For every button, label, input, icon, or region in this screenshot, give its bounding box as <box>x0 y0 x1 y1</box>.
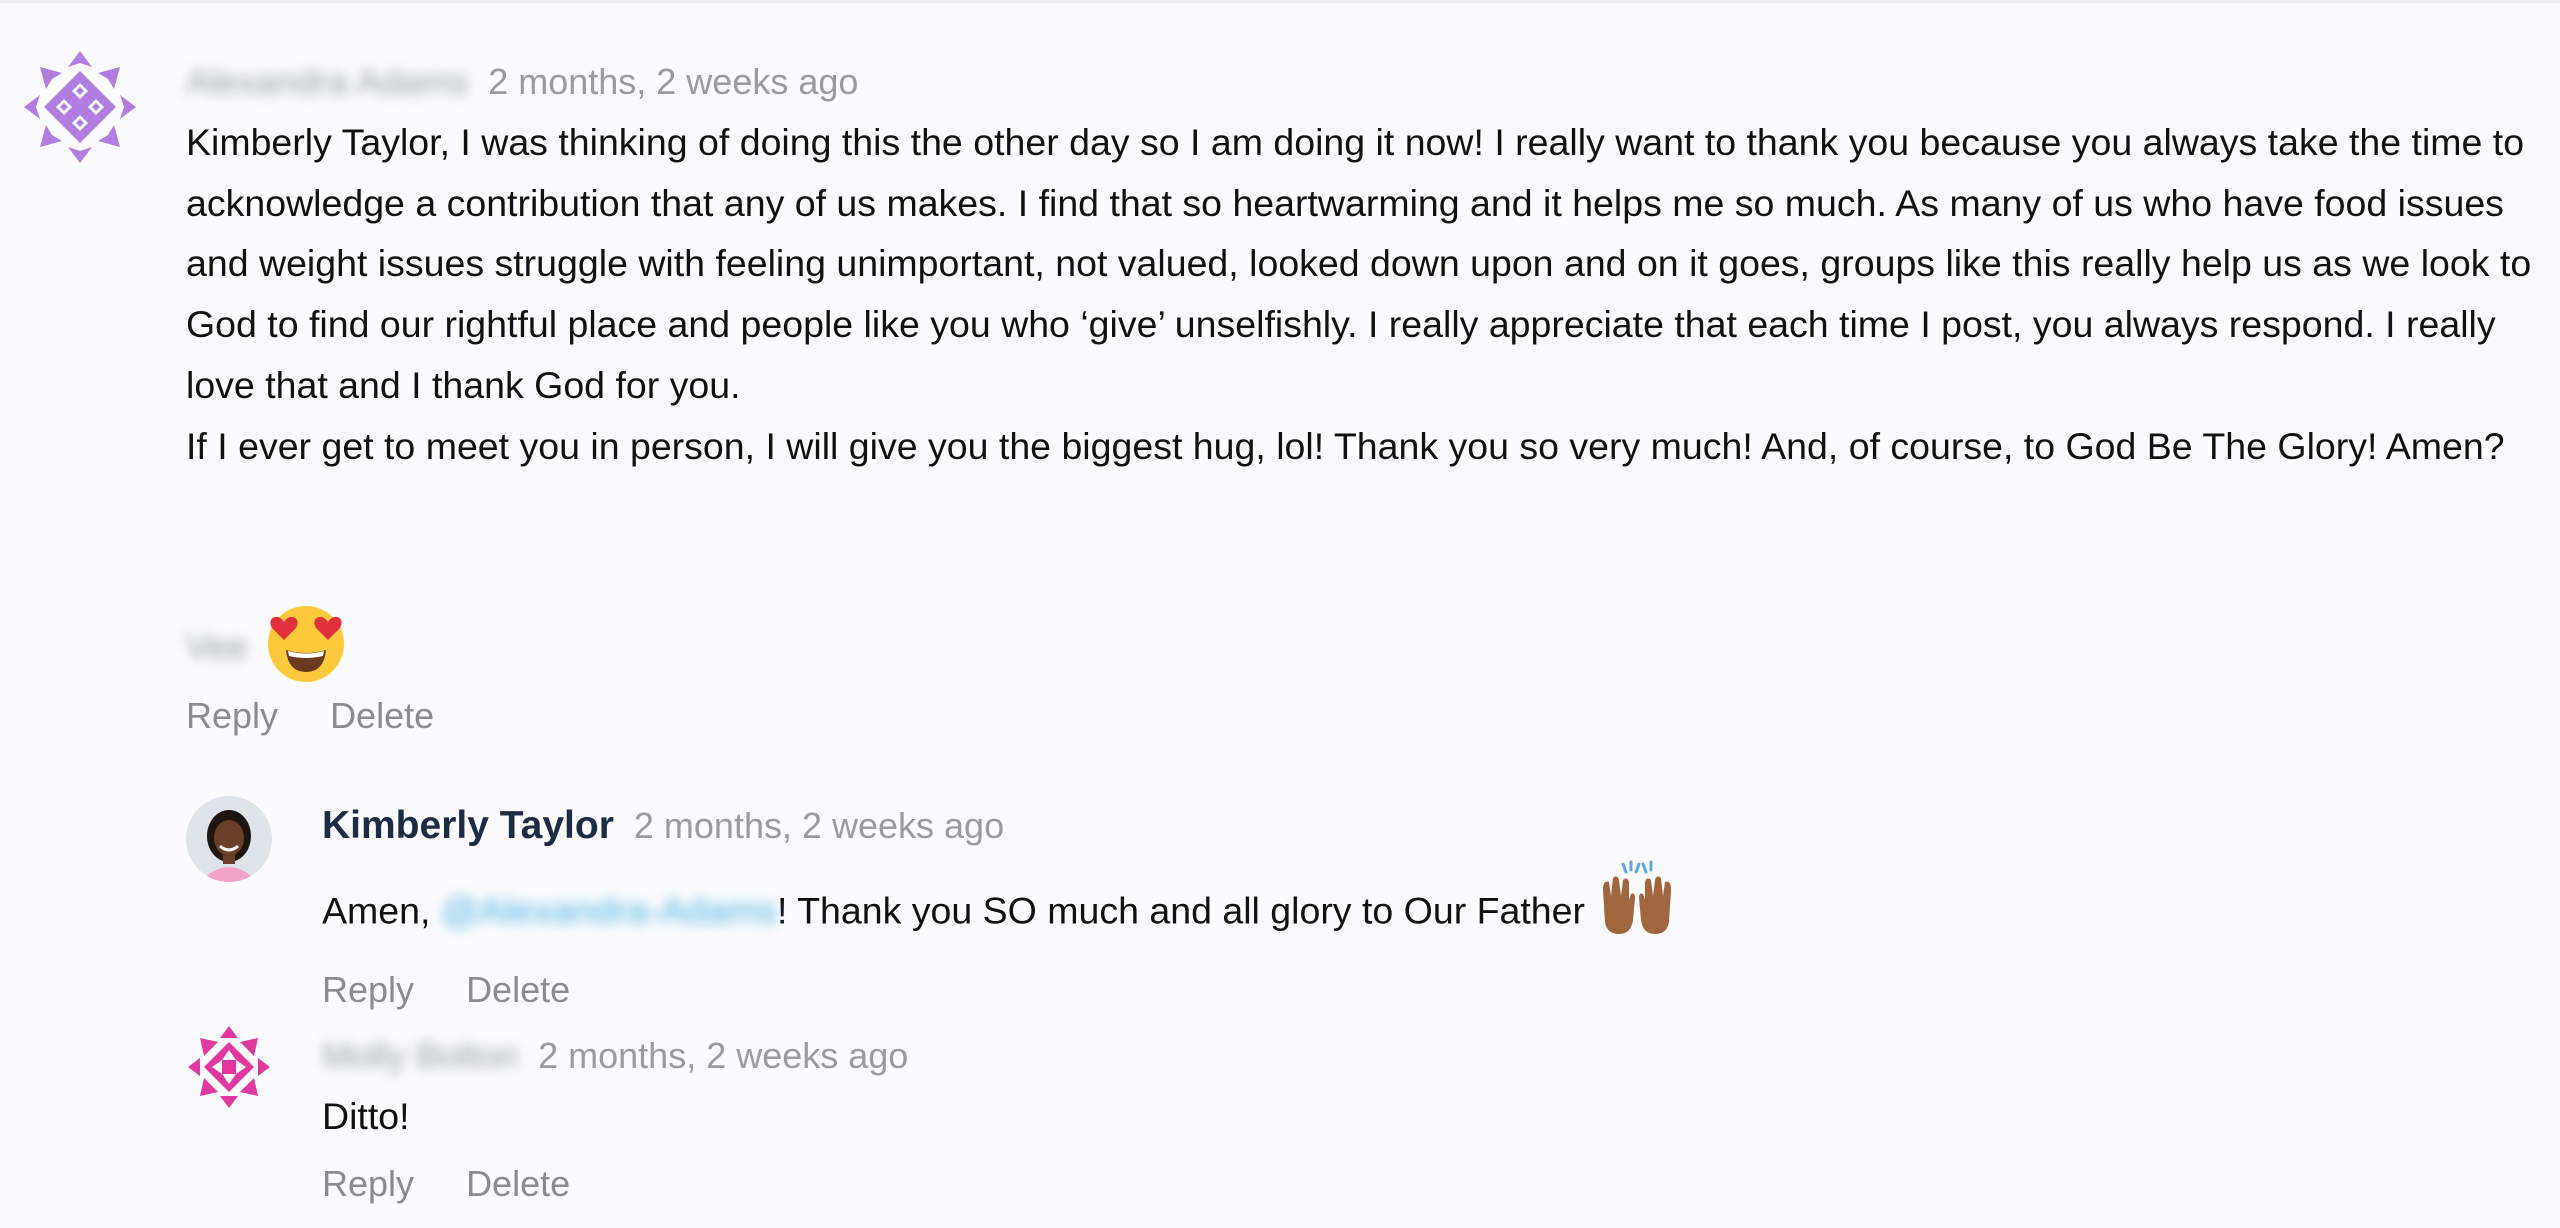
comment-text: ! Thank you SO much and all glory to Our… <box>776 889 1585 932</box>
delete-button[interactable]: Delete <box>330 694 434 738</box>
timestamp: 2 months, 2 weeks ago <box>538 1035 909 1076</box>
comment-meta: Alexandra Adams 2 months, 2 weeks ago <box>186 60 858 104</box>
reply-button[interactable]: Reply <box>186 694 278 738</box>
pink-pattern-avatar-icon <box>186 1024 272 1110</box>
avatar[interactable] <box>186 1024 272 1110</box>
author-name[interactable]: Alexandra Adams <box>186 60 468 104</box>
reaction-user: Vee <box>186 625 249 667</box>
delete-button[interactable]: Delete <box>466 1162 570 1206</box>
reply-button[interactable]: Reply <box>322 968 414 1012</box>
comment-body: Kimberly Taylor, I was thinking of doing… <box>186 112 2536 476</box>
purple-pattern-avatar-icon <box>22 49 138 165</box>
profile-photo-icon <box>186 796 272 882</box>
timestamp: 2 months, 2 weeks ago <box>633 805 1005 846</box>
comment-alexandra: Alexandra Adams 2 months, 2 weeks ago Ki… <box>0 0 2560 760</box>
comment-paragraph: If I ever get to meet you in person, I w… <box>186 424 2505 467</box>
delete-button[interactable]: Delete <box>466 968 570 1012</box>
avatar[interactable] <box>22 49 138 165</box>
heart-eyes-emoji-icon <box>266 604 346 689</box>
comment-actions: Reply Delete <box>322 1162 570 1206</box>
avatar[interactable] <box>186 796 272 882</box>
user-mention-link[interactable]: @Alexandra-Adams <box>441 870 777 950</box>
raising-hands-emoji-icon <box>1597 860 1677 967</box>
comment-kimberly: Kimberly Taylor 2 months, 2 weeks ago Am… <box>0 780 2560 1010</box>
author-name[interactable]: Kimberly Taylor <box>322 804 614 847</box>
comment-meta: Molly Bolton 2 months, 2 weeks ago <box>322 1034 908 1078</box>
reaction[interactable]: Vee <box>186 604 346 689</box>
comment-paragraph: Kimberly Taylor, I was thinking of doing… <box>186 121 2532 406</box>
comment-body: Ditto! <box>322 1086 2522 1147</box>
comment-meta: Kimberly Taylor 2 months, 2 weeks ago <box>322 804 1004 848</box>
comment-body: Amen, @Alexandra-Adams! Thank you SO muc… <box>322 860 2522 967</box>
reply-button[interactable]: Reply <box>322 1162 414 1206</box>
comment-actions: Reply Delete <box>322 968 570 1012</box>
comment-text: Ditto! <box>322 1095 410 1137</box>
timestamp: 2 months, 2 weeks ago <box>488 61 859 102</box>
comment-molly: Molly Bolton 2 months, 2 weeks ago Ditto… <box>0 1010 2560 1228</box>
comment-text: Amen, <box>322 889 441 932</box>
comment-actions: Reply Delete <box>186 694 434 738</box>
author-name[interactable]: Molly Bolton <box>322 1034 518 1078</box>
